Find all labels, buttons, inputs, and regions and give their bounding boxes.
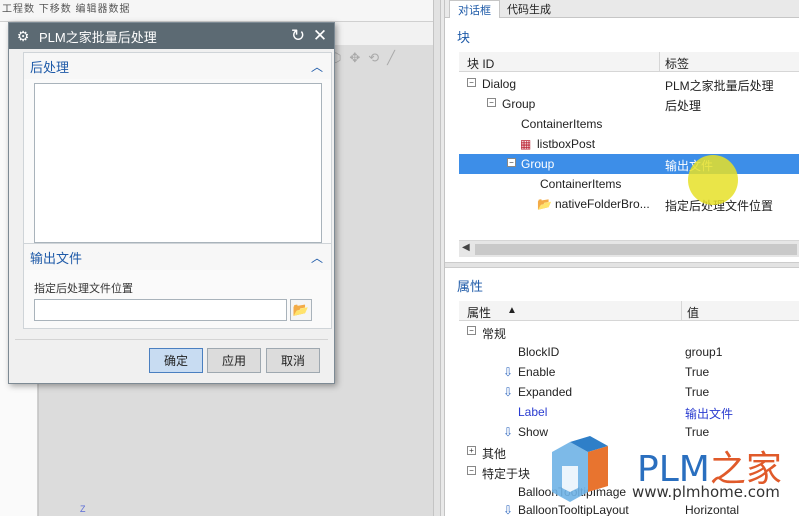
collapse-icon[interactable]: − <box>467 326 476 335</box>
down-arrow-icon: ⇩ <box>503 503 514 516</box>
property-name: Label <box>518 405 548 419</box>
property-value[interactable]: True <box>685 365 709 379</box>
tree-row[interactable]: − Group 后处理 <box>459 94 799 114</box>
block-label: 后处理 <box>665 99 702 113</box>
tree-row[interactable]: − Dialog PLM之家批量后处理 <box>459 74 799 94</box>
postprocess-group: 后处理 ︿ <box>23 52 332 270</box>
tree-row[interactable]: ContainerItems <box>459 174 799 194</box>
property-value[interactable]: 输出文件 <box>685 405 733 422</box>
down-arrow-icon: ⇩ <box>503 385 514 399</box>
block-id: nativeFolderBro... <box>555 197 650 211</box>
collapse-caret-icon[interactable]: ︿ <box>311 249 323 266</box>
listbox-icon: ▦ <box>520 137 532 151</box>
property-row[interactable]: ⇩ Enable True <box>459 362 799 382</box>
property-name: 常规 <box>482 327 507 341</box>
gear-icon: ⚙ <box>16 27 30 44</box>
properties-col-value[interactable]: 值 <box>687 304 699 321</box>
reset-icon[interactable]: ↻ <box>289 26 307 46</box>
output-file-group: 输出文件 ︿ 指定后处理文件位置 📂 <box>23 243 332 329</box>
line-icon[interactable]: ╱ <box>387 50 395 70</box>
property-row[interactable]: Label 输出文件 <box>459 402 799 422</box>
move-icon[interactable]: ✥ <box>349 50 360 70</box>
property-value[interactable]: True <box>685 425 709 439</box>
output-file-group-title: 输出文件 <box>30 250 83 266</box>
block-label: PLM之家批量后处理 <box>665 79 774 93</box>
folder-icon: 📂 <box>537 197 552 211</box>
dialog-title-bar[interactable]: ⚙ PLM之家批量后处理 ↻ ✕ <box>9 23 334 49</box>
tree-row[interactable]: 📂 nativeFolderBro... 指定后处理文件位置 <box>459 194 799 214</box>
background-toolbar: ⬡ ✥ ⟲ ╱ <box>330 50 395 70</box>
plmhome-logo-icon <box>552 436 608 502</box>
dialog-title: PLM之家批量后处理 <box>39 29 157 45</box>
block-id: Group <box>502 97 536 111</box>
property-name: Show <box>518 425 549 439</box>
cancel-button[interactable]: 取消 <box>266 348 320 373</box>
browse-folder-button[interactable]: 📂 <box>290 299 312 321</box>
down-arrow-icon: ⇩ <box>503 365 514 379</box>
tab-dialog[interactable]: 对话框 <box>449 0 500 18</box>
panel-divider[interactable] <box>445 262 799 268</box>
property-name: Enable <box>518 365 556 379</box>
output-location-input[interactable] <box>34 299 287 321</box>
block-id: ContainerItems <box>521 117 603 131</box>
tree-row-selected[interactable]: − Group 输出文件 <box>459 154 799 174</box>
background-top-tabs: 工程数 下移数 编辑器数据 <box>2 4 131 15</box>
property-row[interactable]: ⇩ Expanded True <box>459 382 799 402</box>
dialog-separator <box>15 339 328 340</box>
z-axis-label: Z <box>80 504 86 514</box>
batch-post-dialog: ⚙ PLM之家批量后处理 ↻ ✕ 后处理 ︿ 输出文件 ︿ 指定后处理文件位置 … <box>8 22 335 384</box>
property-value[interactable]: Horizontal <box>685 503 739 516</box>
watermark-url: www.plmhome.com <box>632 483 780 501</box>
property-name: 其他 <box>482 447 507 461</box>
property-category[interactable]: − 常规 <box>459 322 799 342</box>
property-name: BlockID <box>518 345 560 359</box>
down-arrow-icon: ⇩ <box>503 425 514 439</box>
collapse-icon[interactable]: − <box>467 78 476 87</box>
postprocessor-listbox[interactable] <box>34 83 322 243</box>
properties-title: 属性 <box>457 279 484 294</box>
background-topbar: 工程数 下移数 编辑器数据 <box>0 0 440 22</box>
scroll-left-icon[interactable]: ◀ <box>462 242 470 253</box>
tree-row[interactable]: ContainerItems <box>459 114 799 134</box>
property-value[interactable]: group1 <box>685 345 722 359</box>
expand-icon[interactable]: + <box>467 446 476 455</box>
rotate-icon[interactable]: ⟲ <box>368 50 379 70</box>
ok-button[interactable]: 确定 <box>149 348 203 373</box>
close-icon[interactable]: ✕ <box>311 26 329 46</box>
horizontal-scrollbar[interactable]: ◀ <box>459 240 799 257</box>
tab-code-gen[interactable]: 代码生成 <box>499 0 559 18</box>
panel-tabs: 对话框 代码生成 <box>445 0 799 18</box>
folder-open-icon: 📂 <box>292 302 310 317</box>
blocks-title: 块 <box>457 30 471 45</box>
property-name: 特定于块 <box>482 467 531 481</box>
collapse-icon[interactable]: − <box>487 98 496 107</box>
blocks-col-label[interactable]: 标签 <box>665 55 689 72</box>
property-name: Expanded <box>518 385 573 399</box>
tree-row[interactable]: ▦ listboxPost <box>459 134 799 154</box>
scroll-thumb[interactable] <box>475 244 797 255</box>
block-id: ContainerItems <box>540 177 622 191</box>
collapse-icon[interactable]: − <box>467 466 476 475</box>
postprocess-group-title: 后处理 <box>30 59 70 75</box>
block-id: listboxPost <box>537 137 596 151</box>
collapse-caret-icon[interactable]: ︿ <box>311 58 323 75</box>
output-location-label: 指定后处理文件位置 <box>34 283 133 295</box>
property-row[interactable]: BlockID group1 <box>459 342 799 362</box>
block-id: Dialog <box>482 77 517 91</box>
splitter[interactable] <box>433 0 441 516</box>
apply-button[interactable]: 应用 <box>207 348 261 373</box>
collapse-icon[interactable]: − <box>507 158 516 167</box>
blocks-header: 块 ID 标签 <box>459 52 799 72</box>
cursor-highlight <box>688 155 738 205</box>
property-value[interactable]: True <box>685 385 709 399</box>
sort-asc-icon[interactable]: ▲ <box>507 305 517 316</box>
blocks-col-id[interactable]: 块 ID <box>467 55 494 72</box>
block-id: Group <box>521 157 555 171</box>
properties-col-name[interactable]: 属性 <box>467 304 491 321</box>
output-file-group-header[interactable]: 输出文件 ︿ <box>24 244 331 270</box>
properties-header: 属性 ▲ 值 <box>459 301 799 321</box>
postprocess-group-header[interactable]: 后处理 ︿ <box>24 53 331 79</box>
